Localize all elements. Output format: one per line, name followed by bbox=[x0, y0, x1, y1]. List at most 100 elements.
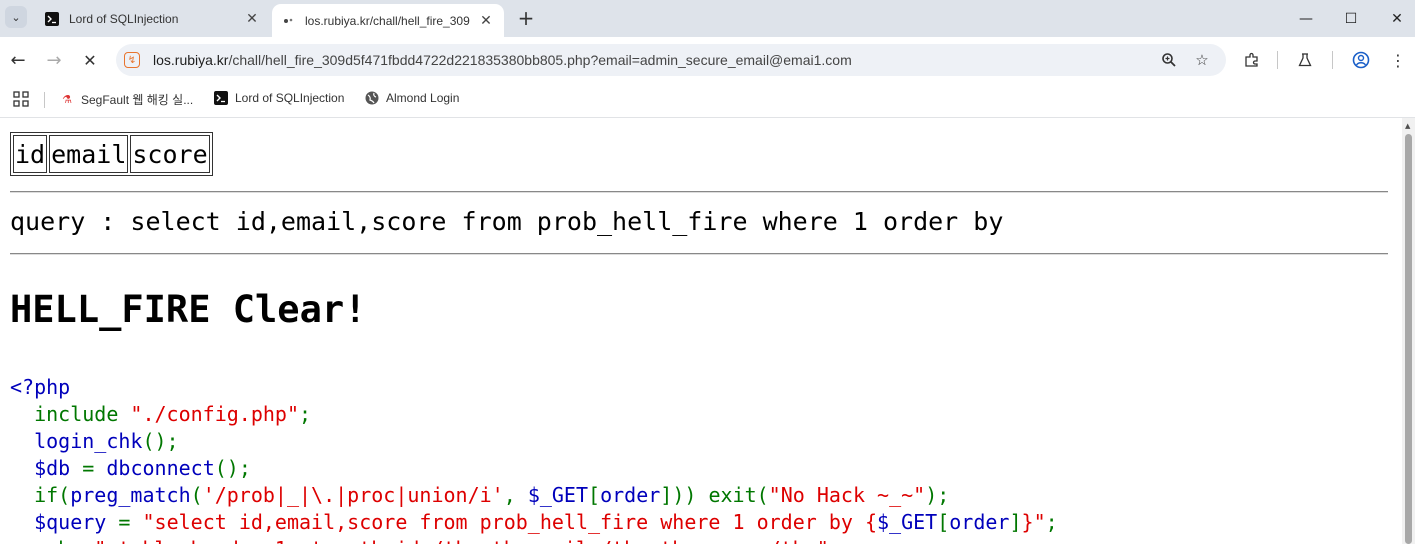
profile-avatar-icon[interactable] bbox=[1350, 49, 1372, 71]
url-text[interactable]: los.rubiya.kr/chall/hell_fire_309d5f471f… bbox=[153, 52, 852, 68]
menu-kebab-icon[interactable]: ⋮ bbox=[1387, 49, 1409, 71]
code-token: "select id,email,score from prob_hell_fi… bbox=[142, 510, 877, 534]
tab-label: Lord of SQLInjection bbox=[69, 11, 179, 26]
code-token: $_GET bbox=[877, 510, 938, 534]
code-token: "No Hack ~_~" bbox=[768, 483, 926, 507]
apps-grid-button[interactable] bbox=[13, 91, 29, 110]
scroll-up-icon[interactable]: ▲ bbox=[1405, 122, 1410, 130]
url-host: los.rubiya.kr bbox=[153, 52, 229, 68]
code-token: (); bbox=[142, 429, 179, 453]
scrollbar-thumb[interactable] bbox=[1405, 134, 1412, 544]
code-token: "./config.php" bbox=[130, 402, 299, 426]
close-icon[interactable]: ✕ bbox=[242, 9, 262, 29]
page-content: id email score query : select id,email,s… bbox=[0, 118, 1402, 544]
terminal-icon bbox=[45, 11, 59, 26]
code-token: order bbox=[949, 510, 1010, 534]
code-token: login_chk bbox=[34, 429, 143, 453]
vertical-scrollbar[interactable]: ▲ bbox=[1402, 118, 1415, 544]
query-text: query : select id,email,score from prob_… bbox=[10, 207, 1004, 236]
code-token: , bbox=[503, 483, 528, 507]
minimize-button[interactable]: — bbox=[1283, 0, 1329, 37]
code-token: ])) exit( bbox=[660, 483, 769, 507]
code-line: $db = dbconnect(); bbox=[10, 455, 1058, 482]
forward-button[interactable]: → bbox=[42, 48, 66, 72]
table-header-email: email bbox=[49, 135, 129, 173]
code-line: $query = "select id,email,score from pro… bbox=[10, 509, 1058, 536]
code-token: ; bbox=[299, 402, 312, 426]
bookmark-star-icon[interactable]: ☆ bbox=[1192, 50, 1212, 70]
bookmark-almond-login[interactable]: Almond Login bbox=[365, 91, 459, 105]
divider bbox=[10, 191, 1388, 193]
globe-icon bbox=[365, 91, 379, 105]
code-token: dbconnect bbox=[106, 456, 215, 480]
code-token: <?php bbox=[10, 375, 71, 399]
code-line: include "./config.php"; bbox=[10, 401, 1058, 428]
new-tab-button[interactable]: + bbox=[515, 6, 537, 30]
extensions-icon[interactable] bbox=[1241, 49, 1263, 71]
code-token: preg_match bbox=[70, 483, 191, 507]
code-token: [ bbox=[588, 483, 601, 507]
code-token: }" bbox=[1021, 510, 1046, 534]
code-token: = bbox=[82, 456, 107, 480]
code-token: ; bbox=[1045, 510, 1058, 534]
code-line: if(preg_match('/prob|_|\.|proc|union/i',… bbox=[10, 482, 1058, 509]
tab-search-dropdown-button[interactable]: ⌄ bbox=[5, 6, 27, 28]
table-header-score: score bbox=[130, 135, 210, 173]
code-token: $db bbox=[34, 456, 83, 480]
terminal-icon bbox=[214, 91, 228, 105]
toolbar-divider bbox=[1332, 51, 1333, 69]
minimize-icon: — bbox=[1299, 10, 1313, 27]
source-code: <?php include "./config.php"; login_chk(… bbox=[10, 374, 1058, 544]
code-token: ] bbox=[1009, 510, 1022, 534]
arrow-left-icon: ← bbox=[10, 49, 26, 71]
site-info-icon[interactable]: ↯ bbox=[124, 52, 140, 68]
segfault-icon: ⚗ bbox=[62, 94, 72, 106]
code-token: "<table border=1><tr><th>id</th><th>emai… bbox=[94, 537, 829, 544]
code-token: echo bbox=[10, 537, 94, 544]
result-table: id email score bbox=[10, 132, 213, 176]
arrow-right-icon: → bbox=[46, 49, 62, 71]
code-line: login_chk(); bbox=[10, 428, 1058, 455]
tab-strip: ⌄ Lord of SQLInjection ✕ los.rubiya.kr/c… bbox=[0, 0, 1415, 37]
code-token: include bbox=[10, 402, 131, 426]
code-token: $_GET bbox=[527, 483, 589, 507]
close-icon[interactable]: ✕ bbox=[476, 11, 496, 31]
tab-hell-fire[interactable]: los.rubiya.kr/chall/hell_fire_309 ✕ bbox=[272, 4, 504, 37]
loading-icon bbox=[281, 14, 295, 28]
close-window-button[interactable]: ✕ bbox=[1374, 0, 1415, 37]
zoom-icon[interactable] bbox=[1159, 50, 1179, 70]
code-token: ); bbox=[925, 483, 950, 507]
table-header-id: id bbox=[13, 135, 48, 173]
tab-label: los.rubiya.kr/chall/hell_fire_309 bbox=[305, 13, 470, 28]
maximize-icon: ☐ bbox=[1344, 10, 1358, 27]
toolbar-divider bbox=[1277, 51, 1278, 69]
plus-icon: + bbox=[517, 6, 535, 30]
bookmark-label: SegFault 웹 해킹 실... bbox=[81, 93, 194, 107]
bookmarks-bar: ⚗ SegFault 웹 해킹 실... Lord of SQLInjectio… bbox=[0, 83, 1415, 118]
bookmark-label: Almond Login bbox=[386, 91, 460, 105]
code-token: ; bbox=[829, 537, 841, 544]
maximize-button[interactable]: ☐ bbox=[1328, 0, 1374, 37]
bookmark-lord-of-sqlinjection[interactable]: Lord of SQLInjection bbox=[214, 91, 344, 105]
code-token: order bbox=[600, 483, 661, 507]
url-path: /chall/hell_fire_309d5f471fbdd4722d22183… bbox=[228, 52, 852, 68]
clear-message: HELL_FIRE Clear! bbox=[10, 288, 367, 331]
bookmark-label: Lord of SQLInjection bbox=[235, 91, 345, 105]
bookmarks-divider bbox=[44, 92, 45, 108]
address-bar[interactable]: ↯ los.rubiya.kr/chall/hell_fire_309d5f47… bbox=[116, 44, 1226, 76]
bookmark-segfault[interactable]: ⚗ SegFault 웹 해킹 실... bbox=[60, 91, 193, 108]
tab-lord-of-sqlinjection[interactable]: Lord of SQLInjection ✕ bbox=[36, 0, 270, 37]
stop-loading-button[interactable]: ✕ bbox=[78, 48, 102, 72]
code-token: if( bbox=[10, 483, 71, 507]
close-icon: ✕ bbox=[1391, 10, 1403, 27]
apps-grid-icon bbox=[13, 91, 29, 110]
labs-flask-icon[interactable] bbox=[1294, 49, 1316, 71]
divider bbox=[10, 253, 1388, 255]
code-token: $query bbox=[34, 510, 119, 534]
code-token: '/prob|_|\.|proc|union/i' bbox=[202, 483, 504, 507]
code-token: [ bbox=[937, 510, 950, 534]
code-token: (); bbox=[214, 456, 251, 480]
back-button[interactable]: ← bbox=[6, 48, 30, 72]
